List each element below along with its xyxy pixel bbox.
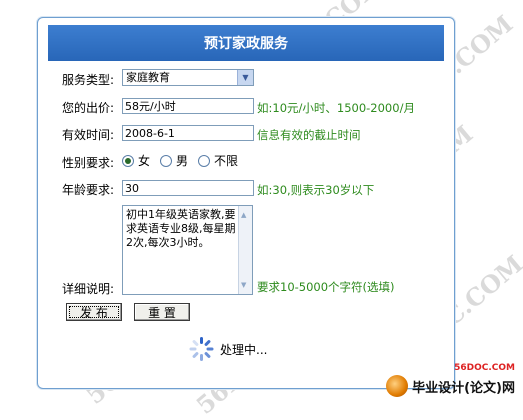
loading-indicator: 处理中...	[188, 336, 267, 362]
gender-option-label: 不限	[214, 154, 239, 168]
gender-radio-female[interactable]	[122, 154, 134, 167]
age-input[interactable]: 30	[122, 180, 254, 196]
logo-site-text: 56DOC.COM	[454, 363, 515, 373]
reset-button[interactable]: 重 置	[134, 303, 190, 321]
valid-time-label: 有效时间:	[62, 128, 115, 142]
form-title: 预订家政服务	[48, 25, 444, 61]
submit-button[interactable]: 发 布	[66, 303, 122, 321]
loading-text: 处理中...	[220, 342, 268, 357]
age-hint: 如:30,则表示30岁以下	[257, 183, 375, 197]
service-type-value: 家庭教育	[126, 71, 170, 84]
service-type-label: 服务类型:	[62, 73, 115, 87]
details-hint: 要求10-5000个字符(选填)	[257, 280, 395, 294]
gender-radio-male[interactable]	[160, 154, 173, 167]
details-textarea[interactable]: 初中1年级英语家教,要求英语专业8级,每星期2次,每次3小时。 ▲ ▼	[122, 205, 253, 295]
gender-radio-group: 女 男 不限	[122, 152, 238, 169]
details-text: 初中1年级英语家教,要求英语专业8级,每星期2次,每次3小时。	[126, 208, 236, 249]
details-label: 详细说明:	[62, 282, 115, 296]
price-hint: 如:10元/小时、1500-2000/月	[257, 101, 415, 115]
chevron-down-icon[interactable]: ▼	[237, 70, 253, 85]
service-type-select[interactable]: 家庭教育 ▼	[122, 69, 254, 86]
logo-text: 毕业设计(论文)网	[412, 380, 515, 396]
booking-form-panel: 预订家政服务 服务类型: 家庭教育 ▼ 您的出价: 58元/小时 如:10元/小…	[37, 17, 455, 389]
valid-time-hint: 信息有效的截止时间	[257, 128, 361, 142]
gender-label: 性别要求:	[62, 156, 115, 170]
scroll-up-icon[interactable]: ▲	[241, 208, 246, 222]
valid-time-input[interactable]: 2008-6-1	[122, 125, 254, 141]
logo-disk-icon	[386, 375, 409, 397]
gender-option-label: 男	[176, 154, 189, 168]
price-label: 您的出价:	[62, 101, 115, 115]
price-input[interactable]: 58元/小时	[122, 98, 254, 114]
age-label: 年龄要求:	[62, 183, 115, 197]
gender-radio-any[interactable]	[198, 154, 211, 167]
scroll-down-icon[interactable]: ▼	[241, 278, 246, 292]
site-logo: 56DOC.COM 毕业设计(论文)网	[386, 363, 515, 397]
textarea-scrollbar[interactable]: ▲ ▼	[238, 206, 252, 294]
spinner-icon	[188, 336, 214, 362]
gender-option-label: 女	[138, 154, 151, 168]
